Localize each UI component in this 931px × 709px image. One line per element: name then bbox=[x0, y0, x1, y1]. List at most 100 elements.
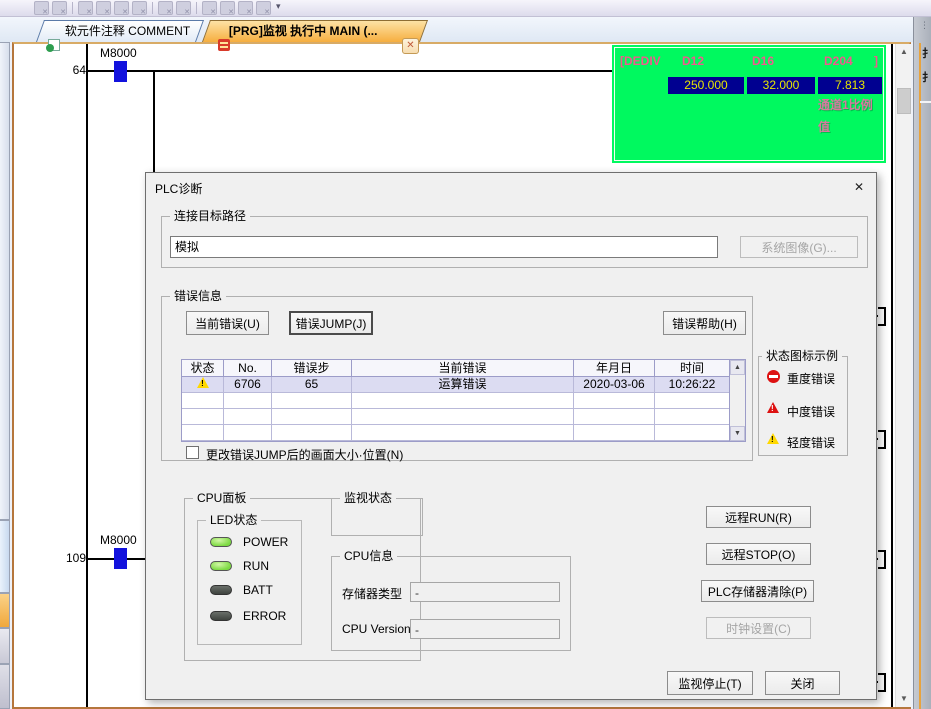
system-image-button[interactable]: 系统图像(G)... bbox=[740, 236, 858, 258]
monitor-value-d204: 7.813 bbox=[818, 77, 882, 94]
empty-cell bbox=[182, 409, 224, 425]
col-header-time[interactable]: 时间 bbox=[655, 360, 730, 377]
toolbar-overflow-icon[interactable]: ▾ bbox=[276, 1, 281, 12]
toolbar-icon-paste-row[interactable] bbox=[176, 1, 191, 15]
toolbar-separator bbox=[196, 2, 197, 14]
dediv-instruction-block[interactable]: [DEDIV D12 D16 D204 ] 250.000 32.000 7.8… bbox=[612, 45, 886, 163]
remote-stop-button[interactable]: 远程STOP(O) bbox=[706, 543, 811, 565]
toolbar-icon-clear-all[interactable] bbox=[220, 1, 235, 15]
toolbar-icon-insert-device[interactable] bbox=[114, 1, 129, 15]
dialog-close-button[interactable]: 关闭 bbox=[765, 671, 840, 695]
col-header-no[interactable]: No. bbox=[224, 360, 272, 377]
plc-memory-clear-button[interactable]: PLC存储器清除(P) bbox=[701, 580, 814, 602]
tab-device-comment[interactable]: 软元件注释 COMMENT bbox=[36, 20, 204, 42]
docked-panel-tab-gray1[interactable] bbox=[0, 628, 10, 664]
toolbar-icon-sort-device[interactable] bbox=[238, 1, 253, 15]
instruction-opcode: [DEDIV bbox=[620, 54, 661, 68]
led-run-label: RUN bbox=[243, 559, 269, 573]
monitor-status-group: 监视状态 bbox=[331, 498, 423, 536]
severe-error-label: 重度错误 bbox=[787, 370, 835, 387]
toolbar-icon-comment-view[interactable] bbox=[52, 1, 67, 15]
monitor-status-group-label: 监视状态 bbox=[340, 491, 396, 505]
monitor-value-d12: 250.000 bbox=[668, 77, 744, 94]
docked-panel-tab-orange[interactable] bbox=[0, 593, 10, 628]
toolbar-icon-sort-comment[interactable] bbox=[256, 1, 271, 15]
docked-panel-tab-blue[interactable] bbox=[0, 520, 10, 593]
col-header-error[interactable]: 当前错误 bbox=[352, 360, 574, 377]
connection-path-group-label: 连接目标路径 bbox=[170, 209, 250, 223]
tab-prg-monitor-label: [PRG]监视 执行中 MAIN (... bbox=[207, 21, 423, 42]
empty-cell bbox=[655, 425, 730, 441]
contact-m8000-on[interactable] bbox=[114, 61, 127, 82]
scroll-down-icon[interactable]: ▼ bbox=[896, 691, 912, 707]
error-row-step-cell[interactable]: 65 bbox=[272, 377, 352, 393]
application-window: ▾ × 软元件注释 COMMENT [PRG]监视 执行中 MAIN (... … bbox=[0, 0, 931, 709]
col-header-status[interactable]: 状态 bbox=[182, 360, 224, 377]
device-comment-text: 通道1比例 bbox=[818, 96, 873, 113]
toolbar-icon-clear-device[interactable] bbox=[202, 1, 217, 15]
panel-partial-text: 扌 bbox=[922, 45, 931, 61]
error-row-time-cell[interactable]: 10:26:22 bbox=[655, 377, 730, 393]
empty-cell bbox=[352, 425, 574, 441]
toolbar-icon-delete-range[interactable] bbox=[96, 1, 111, 15]
cpu-info-group-label: CPU信息 bbox=[340, 549, 397, 563]
remote-run-button[interactable]: 远程RUN(R) bbox=[706, 506, 811, 528]
tab-close-button[interactable]: ✕ bbox=[402, 38, 419, 54]
led-error-label: ERROR bbox=[243, 609, 286, 623]
clock-setting-button[interactable]: 时钟设置(C) bbox=[706, 617, 811, 639]
cpu-version-label: CPU Version bbox=[342, 622, 411, 636]
severe-error-icon bbox=[767, 370, 780, 383]
error-table: 状态 No. 错误步 当前错误 年月日 时间 ! 6706 65 运算错误 20… bbox=[181, 359, 746, 442]
tab-prg-monitor[interactable]: [PRG]监视 执行中 MAIN (... bbox=[202, 20, 428, 42]
current-error-button[interactable]: 当前错误(U) bbox=[186, 311, 269, 335]
ladder-vertical-scrollbar[interactable]: ▲ ▼ bbox=[895, 44, 911, 707]
error-row-error-cell[interactable]: 运算错误 bbox=[352, 377, 574, 393]
dialog-close-icon[interactable]: ✕ bbox=[850, 178, 868, 196]
monitor-stop-button[interactable]: 监视停止(T) bbox=[667, 671, 753, 695]
rung-number: 64 bbox=[24, 63, 86, 77]
dialog-title-bar[interactable]: PLC诊断 ✕ bbox=[146, 173, 876, 201]
led-power bbox=[210, 537, 232, 547]
toolbar-icon-cut-row[interactable] bbox=[158, 1, 173, 15]
connection-path-group: 连接目标路径 模拟 系统图像(G)... bbox=[161, 216, 868, 268]
memory-type-field: - bbox=[410, 582, 560, 602]
connection-path-field[interactable]: 模拟 bbox=[170, 236, 718, 258]
docked-panel-strip bbox=[0, 42, 10, 520]
error-row-status-cell[interactable]: ! bbox=[182, 377, 224, 393]
scroll-up-icon[interactable]: ▲ bbox=[896, 44, 912, 60]
error-help-button[interactable]: 错误帮助(H) bbox=[663, 311, 746, 335]
minor-error-label: 轻度错误 bbox=[787, 434, 835, 451]
col-header-step[interactable]: 错误步 bbox=[272, 360, 352, 377]
scroll-down-icon[interactable]: ▼ bbox=[730, 426, 745, 441]
led-status-group: LED状态 POWER RUN BATT ERROR bbox=[197, 520, 302, 645]
docked-panel-edge[interactable]: ⋮ 扌 扌 bbox=[913, 17, 931, 709]
rung-number: 109 bbox=[24, 551, 86, 565]
error-row-date-cell[interactable]: 2020-03-06 bbox=[574, 377, 655, 393]
scrollbar-thumb[interactable] bbox=[897, 88, 911, 114]
resize-after-jump-checkbox[interactable] bbox=[186, 446, 199, 459]
contact-m8000-on[interactable] bbox=[114, 548, 127, 569]
scroll-up-icon[interactable]: ▲ bbox=[730, 360, 745, 375]
empty-cell bbox=[574, 393, 655, 409]
error-info-group-label: 错误信息 bbox=[170, 289, 226, 303]
toolbar-icon-comment-edit[interactable] bbox=[132, 1, 147, 15]
status-icon-legend-label: 状态图标示例 bbox=[762, 349, 842, 363]
device-comment-toolbar: ▾ bbox=[0, 0, 931, 17]
moderate-error-icon: ! bbox=[767, 402, 779, 413]
empty-cell bbox=[224, 409, 272, 425]
cpu-info-group: CPU信息 存储器类型 - CPU Version - bbox=[331, 556, 571, 651]
toolbar-icon-comment-list[interactable] bbox=[34, 1, 49, 15]
toolbar-separator bbox=[72, 2, 73, 14]
docked-panel-tab-gray2[interactable] bbox=[0, 664, 10, 709]
monitor-value-d16: 32.000 bbox=[747, 77, 815, 94]
device-comment-text: 值 bbox=[818, 118, 830, 135]
toolbar-icon-delete-device[interactable] bbox=[78, 1, 93, 15]
led-batt-label: BATT bbox=[243, 583, 273, 597]
error-row-no-cell[interactable]: 6706 bbox=[224, 377, 272, 393]
error-table-scrollbar[interactable]: ▲ ▼ bbox=[729, 360, 745, 441]
error-jump-button[interactable]: 错误JUMP(J) bbox=[289, 311, 373, 335]
empty-cell bbox=[574, 425, 655, 441]
empty-cell bbox=[224, 425, 272, 441]
led-run bbox=[210, 561, 232, 571]
col-header-date[interactable]: 年月日 bbox=[574, 360, 655, 377]
